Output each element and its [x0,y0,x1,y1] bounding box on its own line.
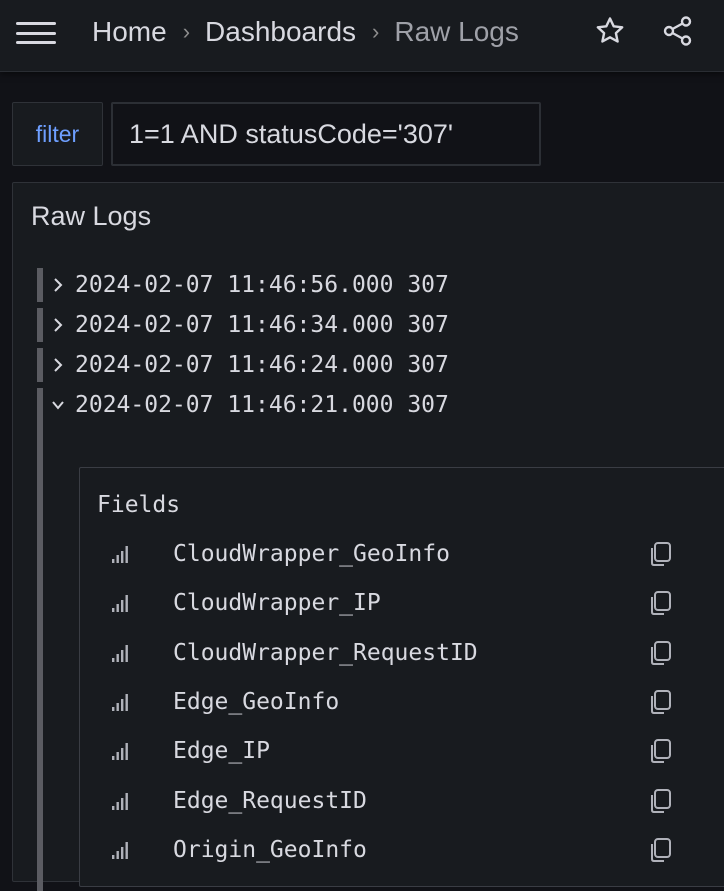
chevron-right-icon[interactable] [51,315,65,335]
share-icon[interactable] [662,15,694,47]
top-navbar: Home › Dashboards › Raw Logs [0,0,724,72]
breadcrumb: Home › Dashboards › Raw Logs [92,14,519,50]
field-row: CloudWrapper_IP [80,583,724,623]
field-name: Origin_GeoInfo [173,836,367,863]
breadcrumb-separator: › [372,19,380,44]
log-level-bar [37,268,43,302]
field-name: Edge_GeoInfo [173,688,340,715]
field-name: Edge_IP [173,738,270,765]
field-name: CloudWrapper_RequestID [173,639,478,666]
breadcrumb-separator: › [182,19,191,44]
copy-icon[interactable] [647,737,673,765]
log-line: 2024-02-07 11:46:56.000 307 [75,272,449,298]
log-level-bar [37,391,43,891]
log-details: Fields CloudWrapper_GeoInfo CloudWrapper_… [79,467,724,887]
chevron-right-icon[interactable] [51,355,65,375]
raw-logs-panel: Raw Logs 2024-02-07 11:46:56.000 307 202… [12,182,724,891]
field-row: Edge_RequestID [80,781,724,821]
log-line: 2024-02-07 11:46:21.000 307 [75,392,449,418]
copy-icon[interactable] [647,639,673,667]
log-line: 2024-02-07 11:46:24.000 307 [75,352,449,378]
signal-bars-icon[interactable] [110,691,132,713]
field-row: CloudWrapper_RequestID [80,633,724,673]
log-row[interactable]: 2024-02-07 11:46:56.000 307 [37,268,637,302]
star-icon[interactable] [594,15,626,47]
log-line: 2024-02-07 11:46:34.000 307 [75,312,449,338]
log-row-expanded[interactable]: 2024-02-07 11:46:21.000 307 [37,388,637,422]
copy-icon[interactable] [647,787,673,815]
field-row: CloudWrapper_GeoInfo [80,534,724,574]
signal-bars-icon[interactable] [110,839,132,861]
breadcrumb-current: Raw Logs [394,16,519,47]
copy-icon[interactable] [647,688,673,716]
breadcrumb-home[interactable]: Home [92,16,167,48]
signal-bars-icon[interactable] [110,592,132,614]
signal-bars-icon[interactable] [110,642,132,664]
signal-bars-icon[interactable] [110,543,132,565]
panel-title: Raw Logs [31,201,152,231]
filter-input[interactable] [111,102,541,166]
fields-heading: Fields [97,492,181,518]
field-row: Edge_GeoInfo [80,682,724,722]
copy-icon[interactable] [647,836,673,864]
log-row[interactable]: 2024-02-07 11:46:24.000 307 [37,348,637,382]
log-level-bar [37,308,43,342]
signal-bars-icon[interactable] [110,790,132,812]
filter-label: filter [12,102,103,166]
field-name: Edge_RequestID [173,787,367,814]
log-row[interactable]: 2024-02-07 11:46:34.000 307 [37,308,637,342]
field-name: CloudWrapper_IP [173,590,381,617]
field-row: Edge_IP [80,731,724,771]
log-level-bar [37,348,43,382]
signal-bars-icon[interactable] [110,740,132,762]
hamburger-menu-icon[interactable] [16,22,56,44]
field-name: CloudWrapper_GeoInfo [173,541,450,567]
copy-icon[interactable] [647,540,673,568]
chevron-down-icon[interactable] [51,395,65,415]
copy-icon[interactable] [647,589,673,617]
chevron-right-icon[interactable] [51,275,65,295]
breadcrumb-dashboards[interactable]: Dashboards [205,16,356,48]
